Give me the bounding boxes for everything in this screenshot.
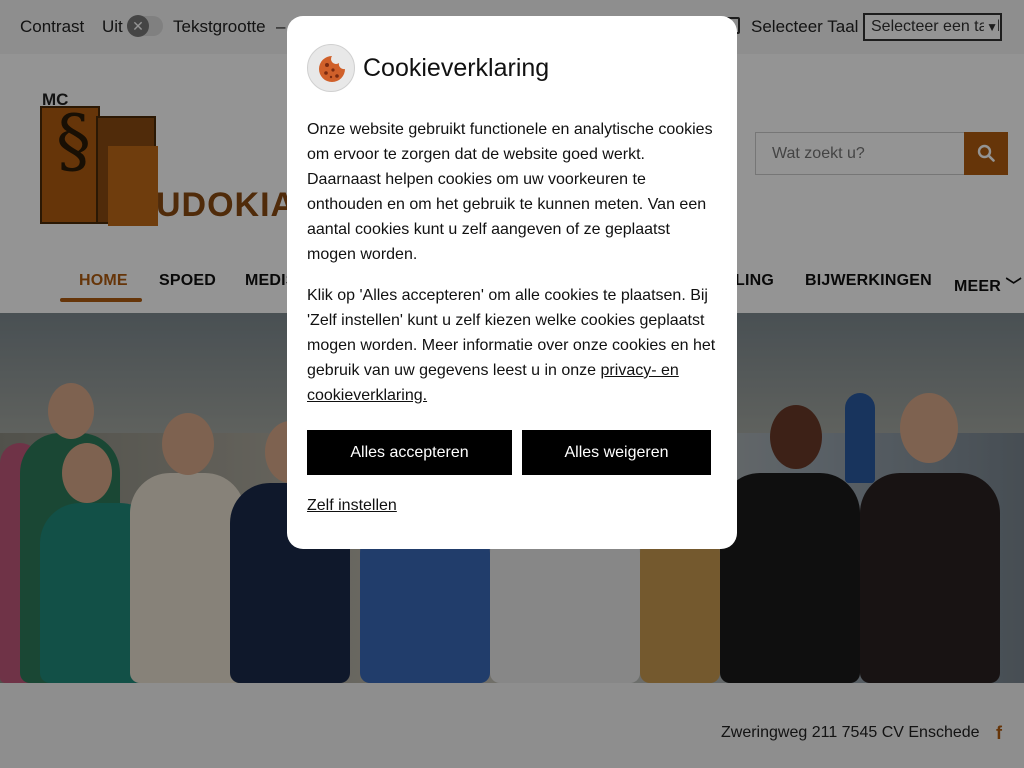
cookie-consent-dialog: Cookieverklaring Onze website gebruikt f… xyxy=(287,16,737,549)
cookie-icon xyxy=(307,44,355,92)
dialog-instructions-text: Klik op 'Alles accepteren' om alle cooki… xyxy=(307,283,723,408)
reject-all-button[interactable]: Alles weigeren xyxy=(522,430,711,475)
accept-all-button[interactable]: Alles accepteren xyxy=(307,430,512,475)
dialog-intro-text: Onze website gebruikt functionele en ana… xyxy=(307,121,713,263)
customize-cookies-link[interactable]: Zelf instellen xyxy=(307,497,397,515)
dialog-title: Cookieverklaring xyxy=(363,54,550,82)
